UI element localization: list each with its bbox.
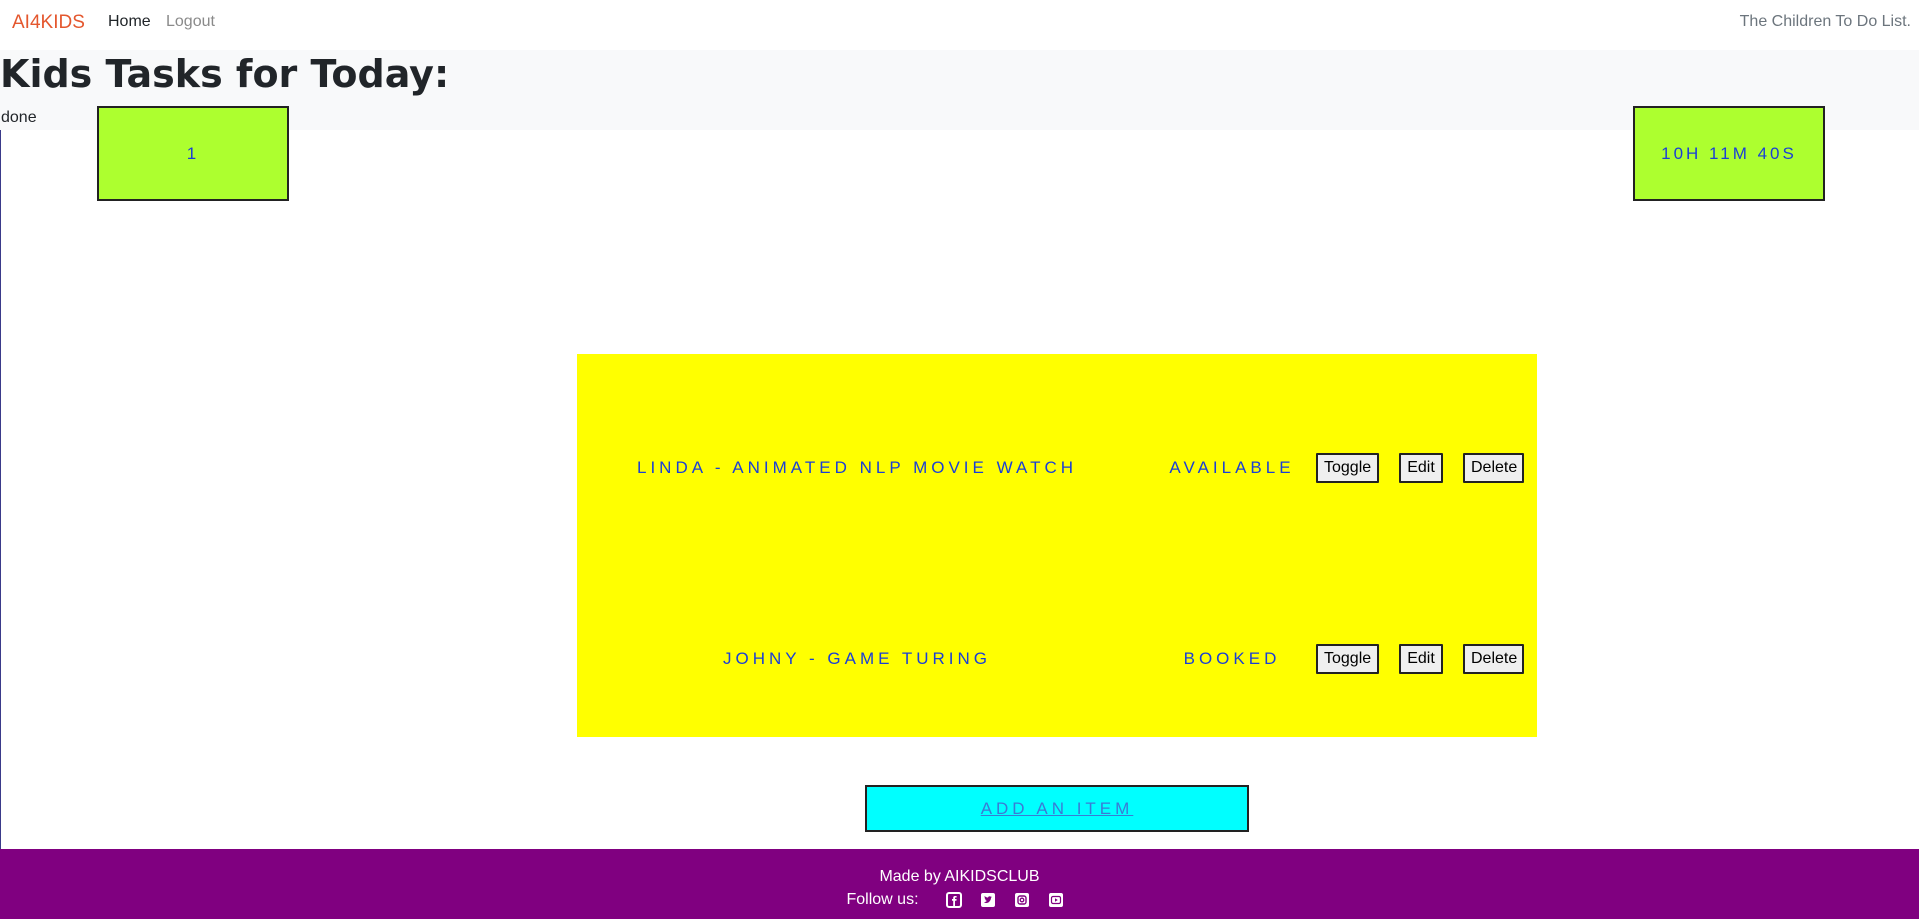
done-count-box: 1 (97, 106, 289, 201)
delete-button[interactable]: Delete (1463, 644, 1524, 674)
task-title: Johny - Game Turing (722, 649, 992, 668)
task-status: Booked (1183, 649, 1281, 668)
done-label: done (1, 109, 37, 126)
nav-home-link[interactable]: Home (108, 13, 151, 31)
done-count-value: 1 (186, 143, 200, 163)
task-status: Available (1169, 458, 1295, 477)
instagram-icon[interactable] (1014, 892, 1030, 908)
add-item-label: Add an item (980, 798, 1134, 818)
youtube-icon[interactable] (1048, 892, 1064, 908)
facebook-icon[interactable] (945, 892, 962, 908)
edit-button[interactable]: Edit (1399, 453, 1443, 483)
toggle-button[interactable]: Toggle (1316, 453, 1379, 483)
toggle-button[interactable]: Toggle (1316, 644, 1379, 674)
follow-label: Follow us: (846, 891, 919, 908)
countdown-timer-box: 10h 11m 40s (1633, 106, 1825, 201)
task-title: Linda - Animated NLP Movie Watch (636, 458, 1078, 477)
left-edge-line (0, 0, 1, 919)
delete-button[interactable]: Delete (1463, 453, 1524, 483)
nav-logout-link[interactable]: Logout (166, 13, 215, 31)
edit-button[interactable]: Edit (1399, 644, 1443, 674)
brand-logo[interactable]: AI4KIDS (12, 12, 85, 34)
task-row: Johny - Game Turing Booked Toggle Edit D… (577, 639, 1537, 679)
page-title: Kids Tasks for Today: (0, 52, 450, 96)
navbar-tagline: The Children To Do List. (1739, 13, 1911, 30)
footer: Made by AIKIDSCLUB Follow us: (0, 849, 1919, 919)
task-row: Linda - Animated NLP Movie Watch Availab… (577, 448, 1537, 488)
task-list-panel: Linda - Animated NLP Movie Watch Availab… (577, 354, 1537, 737)
footer-made-by: Made by AIKIDSCLUB (879, 868, 1040, 885)
twitter-icon[interactable] (980, 892, 996, 908)
footer-follow: Follow us: (0, 891, 1919, 909)
countdown-timer-value: 10h 11m 40s (1661, 143, 1797, 163)
add-item-button[interactable]: Add an item (865, 785, 1249, 832)
navbar: AI4KIDS Home Logout The Children To Do L… (0, 0, 1919, 50)
